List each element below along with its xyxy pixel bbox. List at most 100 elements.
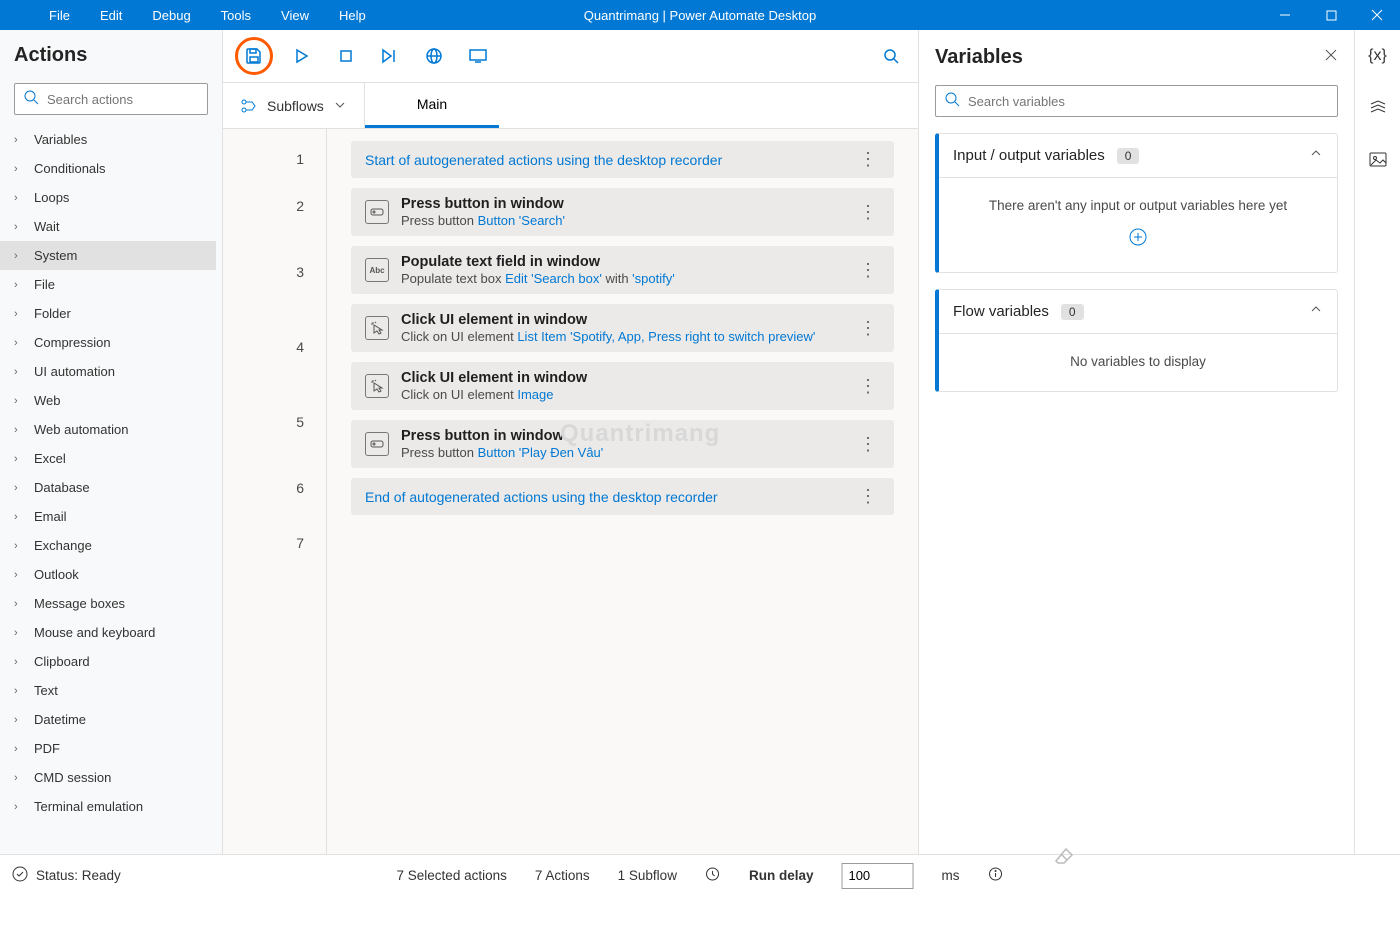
menu-edit[interactable]: Edit xyxy=(85,0,137,30)
actions-category[interactable]: › Text xyxy=(0,676,216,705)
step-menu-button[interactable]: ⋮ xyxy=(856,202,880,223)
save-button[interactable] xyxy=(239,41,269,71)
stop-button[interactable] xyxy=(331,41,361,71)
variables-panel: Variables Input / output variables 0 The… xyxy=(918,30,1354,854)
status-left: Status: Ready xyxy=(12,866,121,885)
actions-category[interactable]: ›Variables xyxy=(0,125,216,154)
add-io-variable-button[interactable] xyxy=(1128,227,1148,250)
step-card[interactable]: Click UI element in windowClick on UI el… xyxy=(351,362,894,410)
step-menu-button[interactable]: ⋮ xyxy=(856,486,880,507)
step-card[interactable]: End of autogenerated actions using the d… xyxy=(351,478,894,515)
actions-category[interactable]: ›File xyxy=(0,270,216,299)
actions-category-label: Folder xyxy=(34,306,71,321)
menu-debug[interactable]: Debug xyxy=(137,0,205,30)
actions-list[interactable]: ›Variables›Conditionals›Loops›Wait›Syste… xyxy=(0,125,222,854)
actions-category[interactable]: ›Folder xyxy=(0,299,216,328)
variables-search-box[interactable] xyxy=(935,85,1338,117)
menu-tools[interactable]: Tools xyxy=(206,0,266,30)
actions-category[interactable]: ›Loops xyxy=(0,183,216,212)
images-rail-icon[interactable] xyxy=(1366,148,1390,172)
actions-category[interactable]: ›Exchange xyxy=(0,531,216,560)
run-delay-input[interactable] xyxy=(841,863,913,889)
chevron-right-icon: › xyxy=(14,279,24,291)
main-layout: Actions ›Variables›Conditionals›Loops›Wa… xyxy=(0,30,1400,854)
step-card[interactable]: AbcPopulate text field in windowPopulate… xyxy=(351,246,894,294)
variables-rail-icon[interactable]: {x} xyxy=(1366,44,1390,68)
chevron-right-icon: › xyxy=(14,801,24,813)
step-card[interactable]: Press button in windowPress button Butto… xyxy=(351,188,894,236)
close-button[interactable] xyxy=(1354,0,1400,30)
info-icon[interactable] xyxy=(987,866,1003,885)
actions-category[interactable]: ›Mouse and keyboard xyxy=(0,618,216,647)
actions-search-input[interactable] xyxy=(47,92,223,107)
step-button[interactable] xyxy=(375,41,405,71)
step-menu-button[interactable]: ⋮ xyxy=(856,434,880,455)
step-menu-button[interactable]: ⋮ xyxy=(856,318,880,339)
actions-header: Actions xyxy=(0,30,222,73)
actions-category[interactable]: ›Email xyxy=(0,502,216,531)
abc-icon: Abc xyxy=(365,258,389,282)
desktop-recorder-button[interactable] xyxy=(463,41,493,71)
actions-category[interactable]: ›Web automation xyxy=(0,415,216,444)
actions-category[interactable]: ›PDF xyxy=(0,734,216,763)
step-card[interactable]: Press button in windowPress button Butto… xyxy=(351,420,894,468)
eraser-icon[interactable] xyxy=(1054,847,1074,870)
actions-category[interactable]: ›Database xyxy=(0,473,216,502)
step-title: Populate text field in window xyxy=(401,254,856,270)
actions-search-wrap xyxy=(14,83,208,115)
actions-category[interactable]: ›Wait xyxy=(0,212,216,241)
step-menu-button[interactable]: ⋮ xyxy=(856,376,880,397)
actions-category[interactable]: ›UI automation xyxy=(0,357,216,386)
actions-category[interactable]: ›Clipboard xyxy=(0,647,216,676)
chevron-right-icon: › xyxy=(14,395,24,407)
actions-category-label: Text xyxy=(34,683,58,698)
step-menu-button[interactable]: ⋮ xyxy=(856,149,880,170)
actions-category[interactable]: ›Excel xyxy=(0,444,216,473)
maximize-button[interactable] xyxy=(1308,0,1354,30)
chevron-right-icon: › xyxy=(14,685,24,697)
actions-search-box[interactable] xyxy=(14,83,208,115)
web-recorder-button[interactable] xyxy=(419,41,449,71)
tab-main[interactable]: Main xyxy=(365,83,499,128)
variables-search-input[interactable] xyxy=(968,94,1329,109)
chevron-right-icon: › xyxy=(14,482,24,494)
step-card[interactable]: Start of autogenerated actions using the… xyxy=(351,141,894,178)
actions-category[interactable]: ›Conditionals xyxy=(0,154,216,183)
variables-close-button[interactable] xyxy=(1324,48,1338,67)
flow-variables-header[interactable]: Flow variables 0 xyxy=(939,290,1337,334)
search-flow-button[interactable] xyxy=(876,41,906,71)
io-variables-header[interactable]: Input / output variables 0 xyxy=(939,134,1337,178)
actions-category-label: Clipboard xyxy=(34,654,90,669)
actions-category[interactable]: ›Message boxes xyxy=(0,589,216,618)
search-icon xyxy=(944,91,960,112)
minimize-button[interactable] xyxy=(1262,0,1308,30)
run-button[interactable] xyxy=(287,41,317,71)
actions-category[interactable]: ›Web xyxy=(0,386,216,415)
actions-category[interactable]: ›Datetime xyxy=(0,705,216,734)
ui-elements-rail-icon[interactable] xyxy=(1366,96,1390,120)
line-number: 6 xyxy=(223,455,326,521)
menu-view[interactable]: View xyxy=(266,0,324,30)
actions-category[interactable]: ›Terminal emulation xyxy=(0,792,216,821)
step-card[interactable]: Click UI element in windowClick on UI el… xyxy=(351,304,894,352)
right-rail: {x} xyxy=(1354,30,1400,854)
steps-area[interactable]: 1234567 Start of autogenerated actions u… xyxy=(223,129,918,854)
actions-category-label: Web automation xyxy=(34,422,128,437)
line-number: 3 xyxy=(223,239,326,305)
actions-category[interactable]: ›CMD session xyxy=(0,763,216,792)
actions-panel: Actions ›Variables›Conditionals›Loops›Wa… xyxy=(0,30,223,854)
actions-category-label: Exchange xyxy=(34,538,92,553)
chevron-up-icon[interactable] xyxy=(1309,302,1323,321)
line-number: 2 xyxy=(223,173,326,239)
actions-category[interactable]: ›Compression xyxy=(0,328,216,357)
subflows-dropdown[interactable]: Subflows xyxy=(223,83,365,128)
step-subtitle: Press button Button 'Search' xyxy=(401,213,856,228)
actions-category[interactable]: ›System xyxy=(0,241,216,270)
step-menu-button[interactable]: ⋮ xyxy=(856,260,880,281)
chevron-right-icon: › xyxy=(14,192,24,204)
menu-help[interactable]: Help xyxy=(324,0,381,30)
chevron-up-icon[interactable] xyxy=(1309,146,1323,165)
menu-file[interactable]: File xyxy=(34,0,85,30)
window-controls xyxy=(1262,0,1400,30)
actions-category[interactable]: ›Outlook xyxy=(0,560,216,589)
